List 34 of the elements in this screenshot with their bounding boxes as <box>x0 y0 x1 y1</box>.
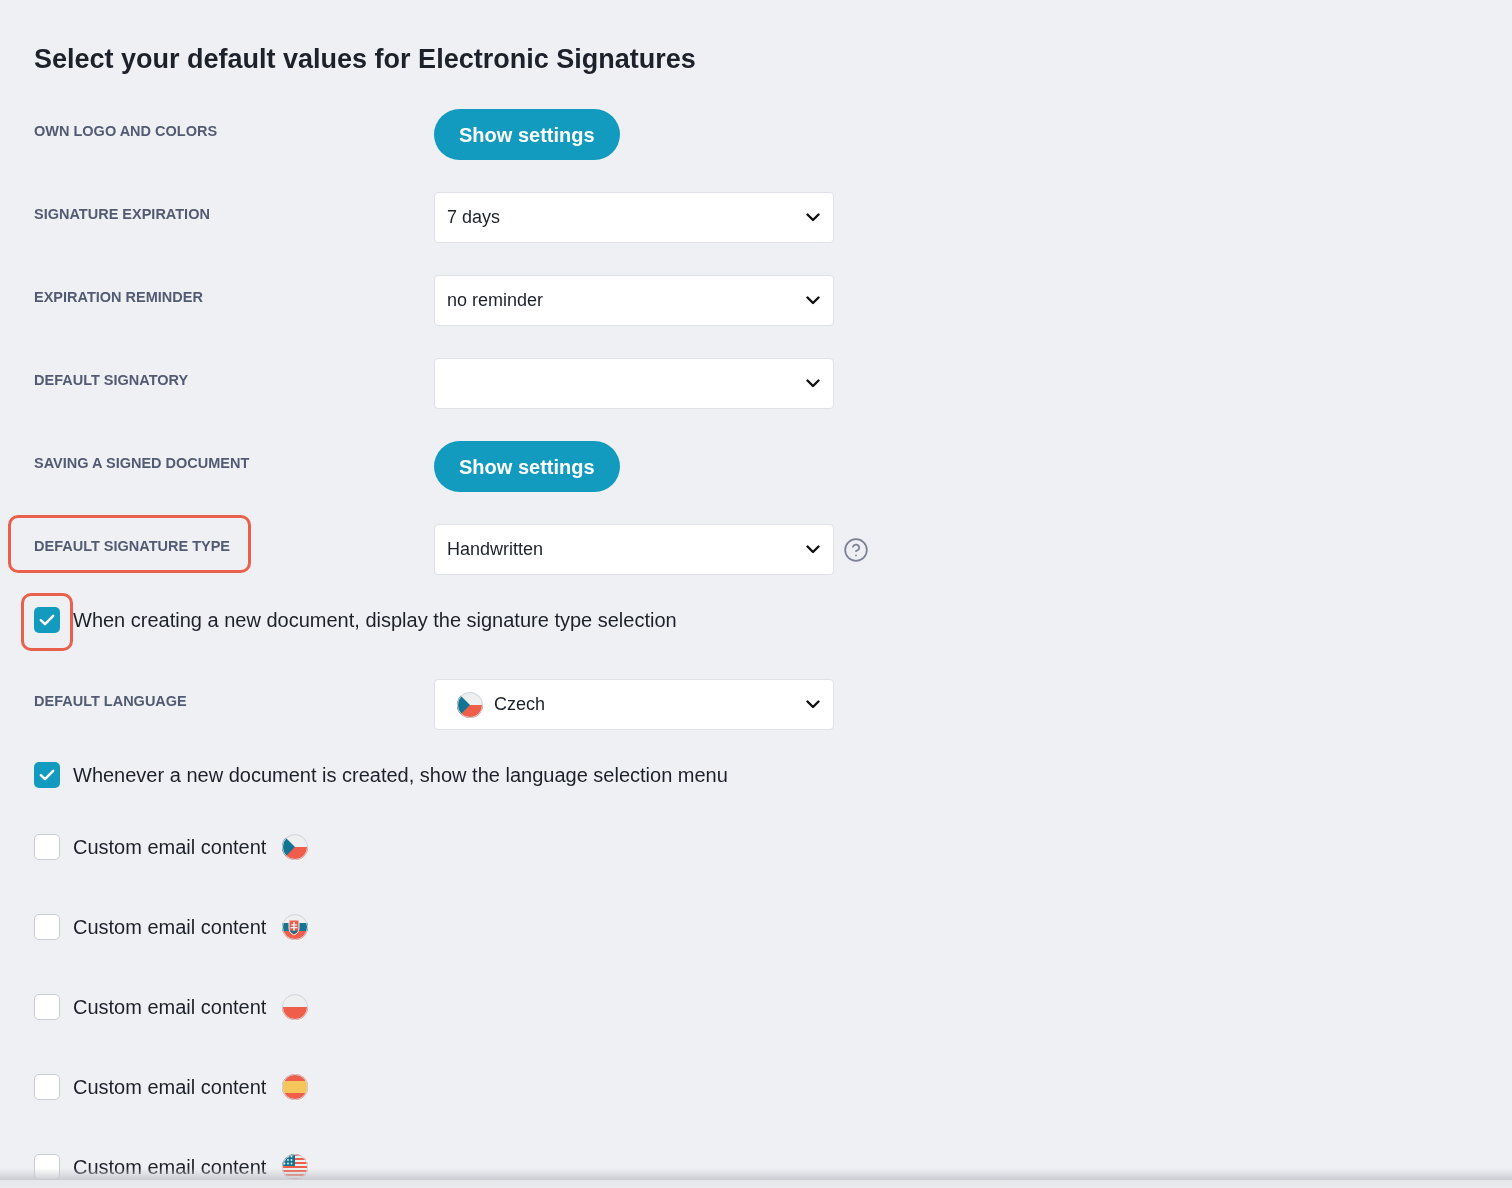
setting-label: DEFAULT LANGUAGE <box>34 692 187 711</box>
select-dropdown[interactable]: no reminder <box>434 275 834 326</box>
help-icon[interactable] <box>843 536 869 563</box>
chevron-down-icon <box>806 379 820 388</box>
chevron-down-icon <box>806 213 820 222</box>
setting-label: EXPIRATION REMINDER <box>34 288 203 307</box>
checkbox[interactable] <box>34 762 60 788</box>
checkbox-label: Custom email content <box>73 995 267 1020</box>
setting-label: SIGNATURE EXPIRATION <box>34 205 210 224</box>
select-dropdown[interactable]: 7 days <box>434 192 834 243</box>
chevron-down-icon <box>806 296 820 305</box>
select-dropdown[interactable] <box>434 358 834 409</box>
setting-label: DEFAULT SIGNATORY <box>34 371 189 390</box>
select-dropdown[interactable]: Czech <box>434 679 834 730</box>
checkbox-label: Custom email content <box>73 1075 267 1100</box>
checkbox[interactable] <box>34 1074 60 1100</box>
setting-label: OWN LOGO AND COLORS <box>34 122 218 141</box>
setting-label: SAVING A SIGNED DOCUMENT <box>34 454 250 473</box>
checkbox[interactable] <box>34 834 60 860</box>
checkbox-label: Custom email content <box>73 915 267 940</box>
checkbox-label: Custom email content <box>73 835 267 860</box>
checkbox-label: When creating a new document, display the signature type selection <box>73 608 677 633</box>
chevron-down-icon <box>806 700 820 709</box>
page-title: Select your default values for Electronic Signatures <box>34 43 697 76</box>
select-dropdown[interactable]: Handwritten <box>434 524 834 575</box>
checkbox-label: Custom email content <box>73 1155 267 1180</box>
checkbox[interactable] <box>34 914 60 940</box>
setting-label: DEFAULT SIGNATURE TYPE <box>34 537 231 556</box>
check-icon <box>39 614 55 626</box>
checkbox-label: Whenever a new document is created, show the language selection menu <box>73 763 728 788</box>
checkbox[interactable] <box>34 607 60 633</box>
check-icon <box>39 769 55 781</box>
checkbox[interactable] <box>34 994 60 1020</box>
chevron-down-icon <box>806 545 820 554</box>
